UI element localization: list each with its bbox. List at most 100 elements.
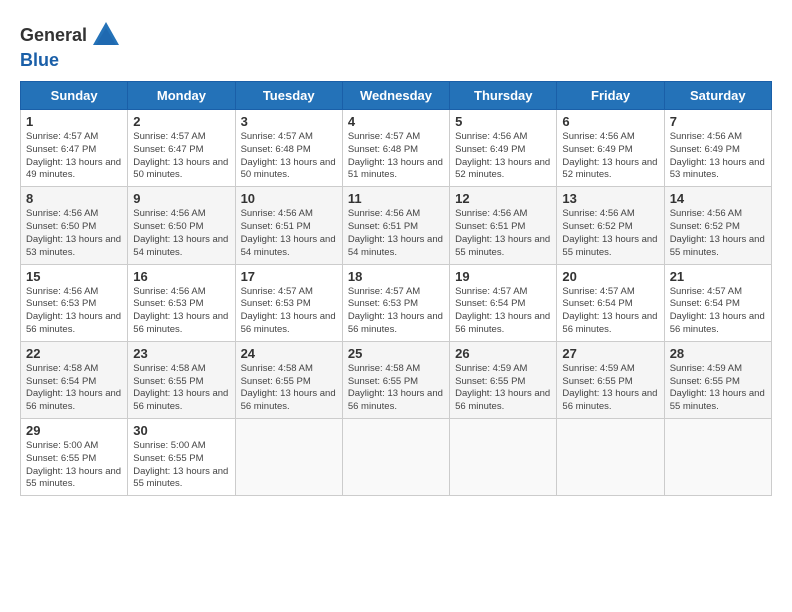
day-number: 20 (562, 269, 658, 284)
day-number: 5 (455, 114, 551, 129)
header: General Blue (20, 20, 772, 71)
calendar-cell: 21 Sunrise: 4:57 AMSunset: 6:54 PMDayligh… (664, 264, 771, 341)
day-info: Sunrise: 5:00 AMSunset: 6:55 PMDaylight:… (133, 440, 229, 491)
calendar-cell (342, 419, 449, 496)
day-number: 13 (562, 191, 658, 206)
day-number: 14 (670, 191, 766, 206)
day-info: Sunrise: 4:56 AMSunset: 6:50 PMDaylight:… (133, 208, 229, 259)
calendar-cell: 22 Sunrise: 4:58 AMSunset: 6:54 PMDayligh… (21, 341, 128, 418)
day-header-sunday: Sunday (21, 82, 128, 110)
day-info: Sunrise: 4:57 AMSunset: 6:47 PMDaylight:… (133, 131, 229, 182)
calendar-cell: 2 Sunrise: 4:57 AMSunset: 6:47 PMDaylight… (128, 110, 235, 187)
day-number: 9 (133, 191, 229, 206)
day-number: 6 (562, 114, 658, 129)
calendar-cell: 27Sunrise: 4:59 AMSunset: 6:55 PMDayligh… (557, 341, 664, 418)
day-number: 11 (348, 191, 444, 206)
calendar-cell: 14 Sunrise: 4:56 AMSunset: 6:52 PMDayligh… (664, 187, 771, 264)
day-info: Sunrise: 4:56 AMSunset: 6:52 PMDaylight:… (670, 208, 766, 259)
day-info: Sunrise: 4:56 AMSunset: 6:49 PMDaylight:… (455, 131, 551, 182)
day-header-saturday: Saturday (664, 82, 771, 110)
day-header-thursday: Thursday (450, 82, 557, 110)
calendar-cell: 12 Sunrise: 4:56 AMSunset: 6:51 PMDayligh… (450, 187, 557, 264)
day-info: Sunrise: 4:57 AMSunset: 6:54 PMDaylight:… (455, 286, 551, 337)
day-header-wednesday: Wednesday (342, 82, 449, 110)
calendar-cell (235, 419, 342, 496)
calendar-cell: 10 Sunrise: 4:56 AMSunset: 6:51 PMDayligh… (235, 187, 342, 264)
day-number: 3 (241, 114, 337, 129)
day-info: Sunrise: 4:58 AMSunset: 6:55 PMDaylight:… (133, 363, 229, 414)
calendar-cell: 16 Sunrise: 4:56 AMSunset: 6:53 PMDayligh… (128, 264, 235, 341)
day-number: 22 (26, 346, 122, 361)
day-info: Sunrise: 4:56 AMSunset: 6:49 PMDaylight:… (670, 131, 766, 182)
day-number: 24 (241, 346, 337, 361)
day-number: 28 (670, 346, 766, 361)
calendar-cell (664, 419, 771, 496)
calendar-cell: 6 Sunrise: 4:56 AMSunset: 6:49 PMDaylight… (557, 110, 664, 187)
calendar-cell: 19 Sunrise: 4:57 AMSunset: 6:54 PMDayligh… (450, 264, 557, 341)
day-info: Sunrise: 4:58 AMSunset: 6:55 PMDaylight:… (241, 363, 337, 414)
day-number: 7 (670, 114, 766, 129)
day-info: Sunrise: 4:57 AMSunset: 6:47 PMDaylight:… (26, 131, 122, 182)
day-number: 12 (455, 191, 551, 206)
calendar-cell: 18 Sunrise: 4:57 AMSunset: 6:53 PMDayligh… (342, 264, 449, 341)
calendar-cell: 15 Sunrise: 4:56 AMSunset: 6:53 PMDayligh… (21, 264, 128, 341)
calendar-cell (557, 419, 664, 496)
day-info: Sunrise: 4:56 AMSunset: 6:50 PMDaylight:… (26, 208, 122, 259)
day-number: 26 (455, 346, 551, 361)
day-number: 27 (562, 346, 658, 361)
calendar-cell: 29 Sunrise: 5:00 AMSunset: 6:55 PMDayligh… (21, 419, 128, 496)
calendar-cell: 9 Sunrise: 4:56 AMSunset: 6:50 PMDaylight… (128, 187, 235, 264)
calendar-cell: 4 Sunrise: 4:57 AMSunset: 6:48 PMDaylight… (342, 110, 449, 187)
calendar-table: SundayMondayTuesdayWednesdayThursdayFrid… (20, 81, 772, 496)
calendar-cell: 24 Sunrise: 4:58 AMSunset: 6:55 PMDayligh… (235, 341, 342, 418)
day-number: 19 (455, 269, 551, 284)
day-info: Sunrise: 4:57 AMSunset: 6:54 PMDaylight:… (562, 286, 658, 337)
day-info: Sunrise: 4:57 AMSunset: 6:54 PMDaylight:… (670, 286, 766, 337)
day-info: Sunrise: 4:56 AMSunset: 6:53 PMDaylight:… (26, 286, 122, 337)
calendar-cell: 17Sunrise: 4:57 AMSunset: 6:53 PMDayligh… (235, 264, 342, 341)
calendar-cell (450, 419, 557, 496)
calendar-cell: 5 Sunrise: 4:56 AMSunset: 6:49 PMDaylight… (450, 110, 557, 187)
calendar-cell: 23 Sunrise: 4:58 AMSunset: 6:55 PMDayligh… (128, 341, 235, 418)
day-number: 18 (348, 269, 444, 284)
day-number: 10 (241, 191, 337, 206)
day-info: Sunrise: 4:56 AMSunset: 6:51 PMDaylight:… (455, 208, 551, 259)
day-header-tuesday: Tuesday (235, 82, 342, 110)
day-info: Sunrise: 4:57 AMSunset: 6:53 PMDaylight:… (348, 286, 444, 337)
day-info: Sunrise: 4:57 AMSunset: 6:53 PMDaylight:… (241, 286, 337, 337)
day-number: 30 (133, 423, 229, 438)
logo: General Blue (20, 20, 121, 71)
day-number: 2 (133, 114, 229, 129)
calendar-cell: 1Sunrise: 4:57 AMSunset: 6:47 PMDaylight… (21, 110, 128, 187)
day-info: Sunrise: 4:56 AMSunset: 6:52 PMDaylight:… (562, 208, 658, 259)
calendar-cell: 20 Sunrise: 4:57 AMSunset: 6:54 PMDayligh… (557, 264, 664, 341)
day-number: 23 (133, 346, 229, 361)
calendar-cell: 26 Sunrise: 4:59 AMSunset: 6:55 PMDayligh… (450, 341, 557, 418)
day-info: Sunrise: 4:56 AMSunset: 6:49 PMDaylight:… (562, 131, 658, 182)
calendar-cell: 8Sunrise: 4:56 AMSunset: 6:50 PMDaylight… (21, 187, 128, 264)
logo-blue: Blue (20, 50, 59, 71)
day-info: Sunrise: 4:59 AMSunset: 6:55 PMDaylight:… (455, 363, 551, 414)
calendar-cell: 28Sunrise: 4:59 AMSunset: 6:55 PMDayligh… (664, 341, 771, 418)
day-info: Sunrise: 4:57 AMSunset: 6:48 PMDaylight:… (241, 131, 337, 182)
day-info: Sunrise: 4:58 AMSunset: 6:55 PMDaylight:… (348, 363, 444, 414)
logo-general: General (20, 25, 87, 46)
day-number: 29 (26, 423, 122, 438)
day-info: Sunrise: 4:56 AMSunset: 6:51 PMDaylight:… (241, 208, 337, 259)
day-number: 4 (348, 114, 444, 129)
calendar-cell: 3 Sunrise: 4:57 AMSunset: 6:48 PMDaylight… (235, 110, 342, 187)
day-info: Sunrise: 4:56 AMSunset: 6:53 PMDaylight:… (133, 286, 229, 337)
day-number: 15 (26, 269, 122, 284)
day-info: Sunrise: 4:57 AMSunset: 6:48 PMDaylight:… (348, 131, 444, 182)
day-info: Sunrise: 4:58 AMSunset: 6:54 PMDaylight:… (26, 363, 122, 414)
calendar-cell: 11Sunrise: 4:56 AMSunset: 6:51 PMDayligh… (342, 187, 449, 264)
day-number: 21 (670, 269, 766, 284)
day-number: 16 (133, 269, 229, 284)
day-number: 25 (348, 346, 444, 361)
calendar-cell: 13 Sunrise: 4:56 AMSunset: 6:52 PMDayligh… (557, 187, 664, 264)
calendar-cell: 7 Sunrise: 4:56 AMSunset: 6:49 PMDaylight… (664, 110, 771, 187)
day-header-monday: Monday (128, 82, 235, 110)
day-info: Sunrise: 5:00 AMSunset: 6:55 PMDaylight:… (26, 440, 122, 491)
day-header-friday: Friday (557, 82, 664, 110)
calendar-cell: 30 Sunrise: 5:00 AMSunset: 6:55 PMDayligh… (128, 419, 235, 496)
